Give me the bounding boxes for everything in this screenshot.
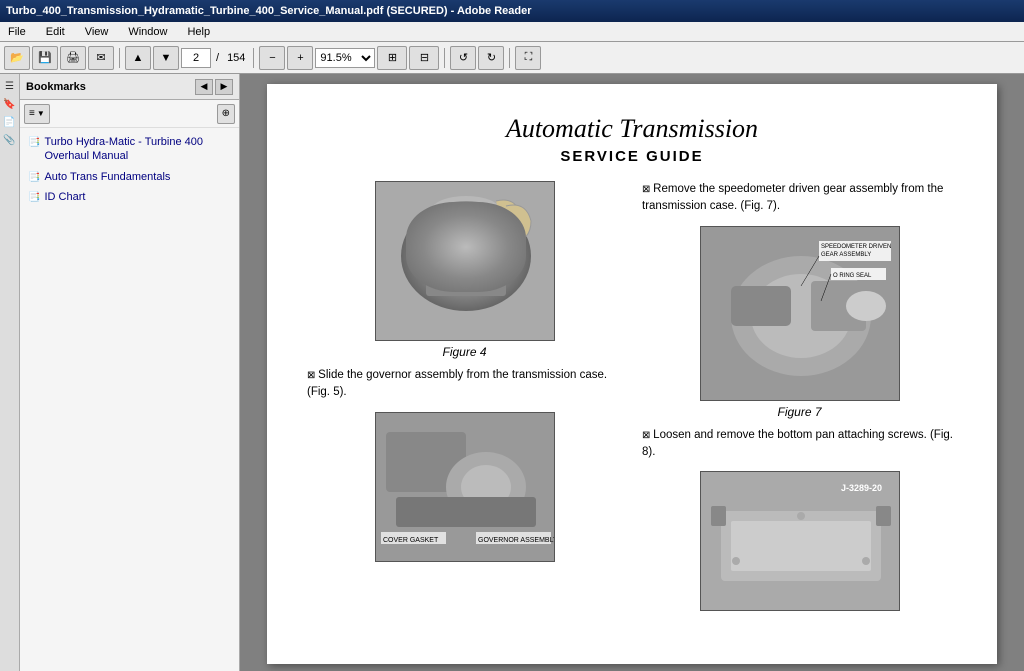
bottom-pan-text: Loosen and remove the bottom pan attachi…	[642, 427, 957, 462]
menu-bar: File Edit View Window Help	[0, 22, 1024, 42]
sidebar-action-button[interactable]: ⊕	[217, 104, 235, 124]
zoom-select[interactable]: 91.5%	[315, 48, 375, 68]
sep3	[444, 48, 445, 68]
fullscreen-button[interactable]: ⛶	[515, 46, 541, 70]
toolbar: 📂 💾 🖨 ✉ ▲ ▼ / 154 − + 91.5% ⊞ ⊟ ↺ ↻ ⛶	[0, 42, 1024, 74]
bookmark-label-0: Turbo Hydra-Matic - Turbine 400 Overhaul…	[44, 135, 231, 164]
figure5-container: COVER GASKET GOVERNOR ASSEMBLY	[307, 412, 622, 562]
bookmark-label-1: Auto Trans Fundamentals	[44, 170, 170, 184]
rotate-button[interactable]: ↺	[450, 46, 476, 70]
bookmark-icon-1: 📑	[28, 171, 40, 184]
left-icon-panel: ☰ 🔖 📄 📎	[0, 74, 20, 671]
figure7-image: SPEEDOMETER DRIVEN GEAR ASSEMBLY O RING …	[700, 226, 900, 401]
speedometer-text: Remove the speedometer driven gear assem…	[642, 181, 957, 216]
menu-window[interactable]: Window	[124, 24, 171, 40]
sep4	[509, 48, 510, 68]
hand-icon[interactable]: ☰	[2, 78, 18, 94]
sidebar-title: Bookmarks	[26, 81, 86, 93]
zoom-in-button[interactable]: +	[287, 46, 313, 70]
right-column: Remove the speedometer driven gear assem…	[642, 181, 957, 619]
svg-text:SPEEDOMETER DRIVEN: SPEEDOMETER DRIVEN	[821, 244, 891, 250]
left-column: Figure 4 Slide the governor assembly fro…	[307, 181, 622, 619]
figure8-image: J-3289-20	[700, 471, 900, 611]
page-two-col: Figure 4 Slide the governor assembly fro…	[307, 181, 957, 619]
save-button[interactable]: 💾	[32, 46, 58, 70]
title-text: Turbo_400_Transmission_Hydramatic_Turbin…	[6, 5, 532, 17]
layers-icon[interactable]: 📎	[2, 132, 18, 148]
rotate2-button[interactable]: ↻	[478, 46, 504, 70]
svg-text:COVER GASKET: COVER GASKET	[383, 537, 439, 544]
bookmark-list: 📑 Turbo Hydra-Matic - Turbine 400 Overha…	[20, 128, 239, 671]
menu-view[interactable]: View	[81, 24, 113, 40]
figure7-caption: Figure 7	[777, 405, 821, 419]
menu-file[interactable]: File	[4, 24, 30, 40]
svg-text:GEAR ASSEMBLY: GEAR ASSEMBLY	[821, 252, 871, 258]
bookmark-item-2[interactable]: 📑 ID Chart	[20, 187, 239, 207]
sidebar-expand-button[interactable]: ▶	[215, 79, 233, 95]
next-page-button[interactable]: ▼	[153, 46, 179, 70]
main-area: ☰ 🔖 📄 📎 Bookmarks ◀ ▶ ≡ ▼ ⊕ 📑 T	[0, 74, 1024, 671]
svg-text:O RING SEAL: O RING SEAL	[833, 273, 872, 279]
slide-governor-text: Slide the governor assembly from the tra…	[307, 367, 622, 402]
bookmark-icon-0: 📑	[28, 136, 40, 149]
sep2	[253, 48, 254, 68]
sidebar-options-button[interactable]: ≡ ▼	[24, 104, 50, 124]
bookmark-item-0[interactable]: 📑 Turbo Hydra-Matic - Turbine 400 Overha…	[20, 132, 239, 167]
bookmark-label-2: ID Chart	[44, 190, 85, 204]
page-title-script: Automatic Transmission	[307, 114, 957, 144]
sidebar-toolbar: ≡ ▼ ⊕	[20, 100, 239, 128]
email-button[interactable]: ✉	[88, 46, 114, 70]
pdf-viewer[interactable]: Automatic Transmission SERVICE GUIDE	[240, 74, 1024, 671]
svg-text:J-3289-20: J-3289-20	[841, 483, 882, 493]
fit-page-button[interactable]: ⊞	[377, 46, 407, 70]
title-bar: Turbo_400_Transmission_Hydramatic_Turbin…	[0, 0, 1024, 22]
bookmark-panel-icon[interactable]: 🔖	[2, 96, 18, 112]
sidebar: Bookmarks ◀ ▶ ≡ ▼ ⊕ 📑 Turbo Hydra-Matic …	[20, 74, 240, 671]
pages-icon[interactable]: 📄	[2, 114, 18, 130]
fit-width-button[interactable]: ⊟	[409, 46, 439, 70]
pdf-page: Automatic Transmission SERVICE GUIDE	[267, 84, 997, 664]
page-subtitle: SERVICE GUIDE	[307, 148, 957, 165]
figure7-container: SPEEDOMETER DRIVEN GEAR ASSEMBLY O RING …	[642, 226, 957, 419]
page-number-input[interactable]	[181, 48, 211, 68]
svg-text:GOVERNOR ASSEMBLY: GOVERNOR ASSEMBLY	[478, 537, 554, 544]
bookmark-item-1[interactable]: 📑 Auto Trans Fundamentals	[20, 167, 239, 187]
page-separator: /	[213, 52, 222, 64]
sidebar-collapse-button[interactable]: ◀	[195, 79, 213, 95]
figure8-container: J-3289-20	[642, 471, 957, 611]
bookmark-icon-2: 📑	[28, 191, 40, 204]
open-button[interactable]: 📂	[4, 46, 30, 70]
page-total: 154	[224, 52, 248, 64]
zoom-out-button[interactable]: −	[259, 46, 285, 70]
print-button[interactable]: 🖨	[60, 46, 86, 70]
sidebar-header: Bookmarks ◀ ▶	[20, 74, 239, 100]
figure4-caption: Figure 4	[442, 345, 486, 359]
sep1	[119, 48, 120, 68]
figure4-image	[375, 181, 555, 341]
menu-edit[interactable]: Edit	[42, 24, 69, 40]
figure4-container: Figure 4	[307, 181, 622, 359]
prev-page-button[interactable]: ▲	[125, 46, 151, 70]
figure5-image: COVER GASKET GOVERNOR ASSEMBLY	[375, 412, 555, 562]
menu-help[interactable]: Help	[183, 24, 214, 40]
